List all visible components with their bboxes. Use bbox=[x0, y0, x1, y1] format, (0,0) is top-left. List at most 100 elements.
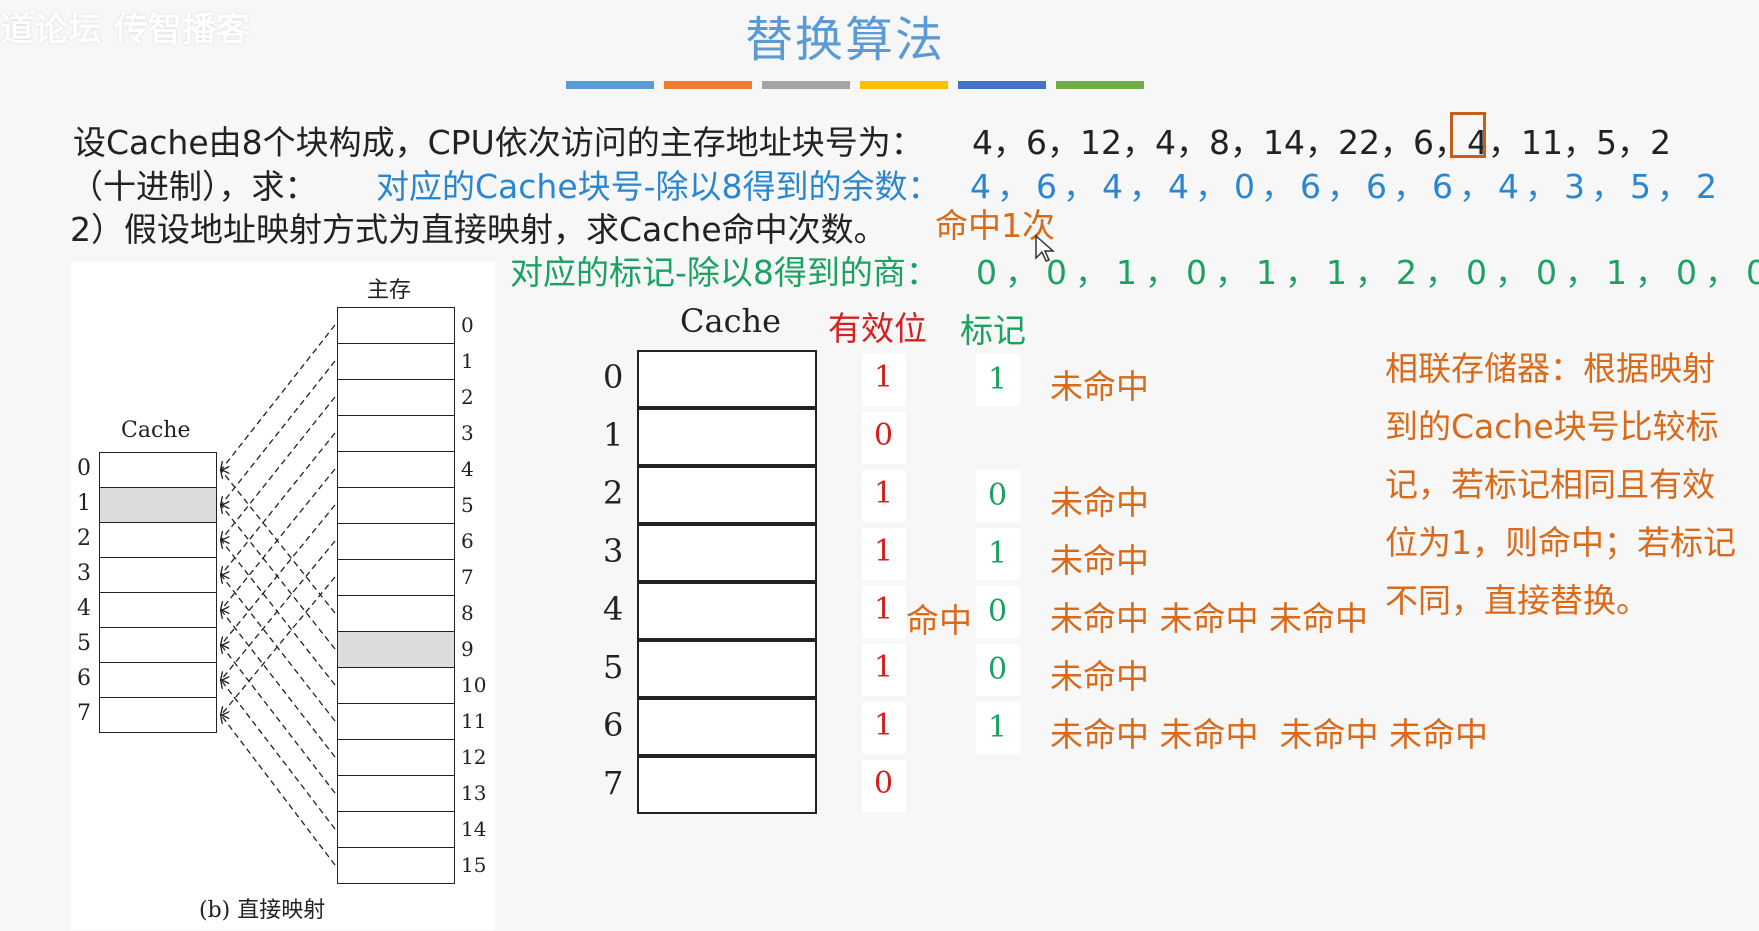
accent-bar bbox=[958, 81, 1046, 89]
mouse-cursor-icon bbox=[1035, 234, 1055, 262]
mapping-arrow bbox=[221, 432, 336, 575]
mapping-arrow bbox=[221, 540, 336, 680]
valid-bit-value: 1 bbox=[874, 650, 894, 685]
sequence-value: 1， bbox=[1116, 253, 1186, 292]
sequence-value: 0， bbox=[1046, 253, 1116, 292]
sequence-value: 5， bbox=[1596, 123, 1650, 162]
mapping-arrow bbox=[221, 396, 336, 540]
cache-block-index: 5 bbox=[603, 648, 624, 686]
sequence-value: 4， bbox=[1155, 123, 1209, 162]
hit-status: 未命中 bbox=[1050, 541, 1149, 580]
hit-status: 未命中 未命中 未命中 未命中 bbox=[1050, 715, 1488, 754]
valid-bit-header: 有效位 bbox=[828, 309, 927, 348]
cache-block-row bbox=[637, 698, 817, 756]
sequence-value: 6， bbox=[1432, 167, 1498, 206]
sequence-value: 2 bbox=[1650, 123, 1671, 162]
remainder-sequence: 4，6，4，4，0，6，6，6，4，3，5，2 bbox=[970, 160, 1723, 208]
tag-value: 0 bbox=[988, 594, 1008, 629]
hit-status: 未命中 bbox=[1050, 657, 1149, 696]
problem-line2-prefix: （十进制），求： bbox=[70, 167, 318, 206]
tag-value: 0 bbox=[988, 478, 1008, 513]
quotient-sequence: 0，0，1，0，1，1，2，0，0，1，0，0 bbox=[976, 246, 1759, 294]
cache-block-index: 6 bbox=[603, 706, 624, 744]
access-sequence: 4，6，12，4，8，14，22，6，4，11，5，2 bbox=[972, 116, 1671, 164]
sequence-value: 0， bbox=[1466, 253, 1536, 292]
sequence-value: 2 bbox=[1696, 167, 1723, 206]
mapping-arrow bbox=[221, 360, 336, 505]
valid-bit-value: 1 bbox=[874, 708, 894, 743]
highlight-box bbox=[1450, 112, 1486, 158]
mapping-arrow bbox=[221, 576, 336, 715]
accent-bar bbox=[566, 81, 654, 89]
hit-label: 命中 bbox=[906, 601, 972, 640]
accent-bar bbox=[860, 81, 948, 89]
cache-block-row bbox=[637, 582, 817, 640]
mapping-arrows bbox=[71, 324, 336, 866]
sequence-value: 11， bbox=[1521, 123, 1596, 162]
cache-block-label: 对应的Cache块号-除以8得到的余数： bbox=[376, 167, 941, 206]
valid-bit-value: 0 bbox=[874, 766, 894, 801]
sequence-value: 12， bbox=[1080, 123, 1155, 162]
sequence-value: 6， bbox=[1026, 123, 1080, 162]
cache-table-header: Cache bbox=[680, 302, 782, 340]
direct-mapping-figure: 主存 Cache 01234567 0 1 2 3 4 5 6 7 8 9 10 11 12 13 14 15… bbox=[71, 262, 495, 930]
cache-block-index: 1 bbox=[603, 416, 624, 454]
sequence-value: 1， bbox=[1326, 253, 1396, 292]
cache-block-index: 0 bbox=[603, 358, 624, 396]
watermark: 道论坛 传智播客 bbox=[0, 10, 250, 50]
cache-block-row bbox=[637, 466, 817, 524]
mapping-arrow bbox=[221, 505, 336, 650]
cache-block-index: 4 bbox=[603, 590, 624, 628]
cache-block-row bbox=[637, 524, 817, 582]
accent-bar bbox=[664, 81, 752, 89]
tag-header: 标记 bbox=[960, 311, 1026, 350]
hit-status: 未命中 未命中 未命中 bbox=[1050, 599, 1368, 638]
mapping-arrow bbox=[221, 645, 336, 794]
sequence-value: 4， bbox=[972, 123, 1026, 162]
sequence-value: 0 bbox=[1746, 253, 1759, 292]
accent-bar bbox=[1056, 81, 1144, 89]
mapping-arrow bbox=[221, 610, 336, 758]
sequence-value: 0， bbox=[1234, 167, 1300, 206]
sequence-value: 4， bbox=[1498, 167, 1564, 206]
mapping-arrow bbox=[221, 575, 336, 722]
sequence-value: 0， bbox=[1186, 253, 1256, 292]
sequence-value: 8， bbox=[1209, 123, 1263, 162]
sequence-value: 0， bbox=[1676, 253, 1746, 292]
cache-block-index: 7 bbox=[603, 764, 624, 802]
mapping-arrow bbox=[221, 324, 336, 470]
problem-line3: 2）假设地址映射方式为直接映射，求Cache命中次数。 bbox=[70, 210, 887, 249]
sequence-value: 0， bbox=[1536, 253, 1606, 292]
slide-title: 替换算法 bbox=[745, 12, 946, 68]
problem-line1: 设Cache由8个块构成，CPU依次访问的主存地址块号为： bbox=[73, 116, 924, 164]
sequence-value: 6， bbox=[1366, 167, 1432, 206]
problem-line1-prefix: 设Cache由8个块构成，CPU依次访问的主存地址块号为： bbox=[73, 123, 924, 162]
valid-bit-value: 1 bbox=[874, 534, 894, 569]
sequence-value: 4， bbox=[1168, 167, 1234, 206]
sequence-value: 1， bbox=[1606, 253, 1676, 292]
cache-block-index: 3 bbox=[603, 532, 624, 570]
figure-caption: (b) 直接映射 bbox=[199, 898, 326, 923]
accent-bar bbox=[762, 81, 850, 89]
mapping-arrow bbox=[221, 715, 336, 866]
hit-status: 未命中 bbox=[1050, 483, 1149, 522]
sequence-value: 2， bbox=[1396, 253, 1466, 292]
sequence-value: 1， bbox=[1256, 253, 1326, 292]
tag-label: 对应的标记-除以8得到的商： bbox=[510, 253, 939, 292]
valid-bit-value: 1 bbox=[874, 592, 894, 627]
cache-block-row bbox=[637, 756, 817, 814]
valid-bit-value: 1 bbox=[874, 476, 894, 511]
sequence-value: 14， bbox=[1263, 123, 1338, 162]
cache-block-row bbox=[637, 350, 817, 408]
tag-value: 1 bbox=[988, 536, 1008, 571]
tag-value: 1 bbox=[988, 362, 1008, 397]
mapping-arrow bbox=[221, 540, 336, 686]
hit-status: 未命中 bbox=[1050, 367, 1149, 406]
cache-block-row bbox=[637, 408, 817, 466]
mapping-arrow bbox=[221, 680, 336, 830]
sequence-value: 5， bbox=[1630, 167, 1696, 206]
cache-block-index: 2 bbox=[603, 474, 624, 512]
tag-value: 0 bbox=[988, 652, 1008, 687]
mapping-arrow bbox=[221, 468, 336, 610]
sequence-value: 22， bbox=[1338, 123, 1413, 162]
